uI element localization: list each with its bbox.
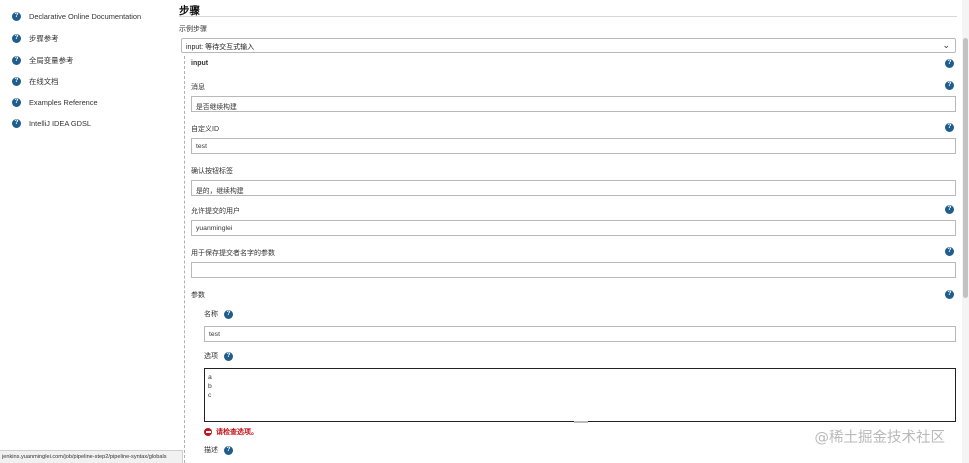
- sidebar-item-label: 全局变量参考: [29, 56, 74, 65]
- custom-id-input[interactable]: test: [191, 138, 956, 154]
- page-scrollbar[interactable]: [962, 0, 969, 463]
- params-label: 参数: [191, 292, 205, 299]
- sidebar-item-label: 步骤参考: [29, 34, 59, 43]
- step-config-guide: [184, 56, 185, 463]
- sidebar-item-label: IntelliJ IDEA GDSL: [29, 119, 92, 128]
- sidebar-item-declarative-docs[interactable]: ? Declarative Online Documentation: [12, 12, 141, 21]
- status-bar-url: jenkins.yuanminglei.com/job/pipeline-ste…: [0, 450, 183, 463]
- description-row: 描述 ?: [204, 445, 233, 455]
- help-icon: ?: [12, 34, 21, 43]
- sidebar-item-step-reference[interactable]: ? 步骤参考: [12, 33, 59, 44]
- help-icon[interactable]: ?: [224, 351, 233, 361]
- help-icon: ?: [12, 98, 21, 107]
- choices-error: 请检查选项。: [204, 427, 258, 437]
- submitter-param-input[interactable]: [191, 262, 956, 278]
- help-icon: ?: [12, 119, 21, 128]
- choices-label: 选项: [204, 353, 218, 360]
- scrollbar-thumb[interactable]: [963, 38, 968, 298]
- param-name-input[interactable]: test: [204, 326, 956, 342]
- help-icon[interactable]: ?: [945, 205, 954, 214]
- main-panel: 步骤 示例步骤 input: 等待交互式输入 ⌄ input ? 消息 ? 是否…: [179, 0, 960, 463]
- help-icon: ?: [12, 77, 21, 86]
- submitter-label: 允许提交的用户: [191, 208, 240, 215]
- ok-label: 确认按钮标签: [191, 168, 233, 175]
- custom-id-label: 自定义ID: [191, 126, 219, 133]
- help-icon[interactable]: ?: [224, 309, 233, 319]
- help-icon: ?: [12, 56, 21, 65]
- choices-textarea[interactable]: a b c: [204, 368, 956, 422]
- sidebar-item-intellij-gdsl[interactable]: ? IntelliJ IDEA GDSL: [12, 119, 91, 128]
- choices-error-text: 请检查选项。: [216, 429, 258, 436]
- help-icon[interactable]: ?: [224, 445, 233, 455]
- param-name-label: 名称: [204, 311, 218, 318]
- ok-input[interactable]: 是的，继续构建: [191, 180, 956, 196]
- sidebar-item-label: 在线文档: [29, 77, 59, 86]
- step-name: input: [191, 60, 209, 67]
- sidebar: ? Declarative Online Documentation ? 步骤参…: [0, 0, 170, 463]
- sample-step-select[interactable]: input: 等待交互式输入 ⌄: [181, 38, 956, 53]
- sidebar-item-global-variables[interactable]: ? 全局变量参考: [12, 55, 73, 66]
- help-icon[interactable]: ?: [945, 81, 954, 90]
- message-label: 消息: [191, 84, 205, 91]
- textarea-resize-handle[interactable]: [574, 421, 588, 423]
- submitter-input[interactable]: yuanminglei: [191, 220, 956, 236]
- submitter-param-label: 用于保存提交者名字的参数: [191, 250, 275, 257]
- sidebar-item-label: Declarative Online Documentation: [29, 12, 142, 21]
- description-label: 描述: [204, 447, 218, 454]
- sidebar-item-label: Examples Reference: [29, 98, 98, 107]
- help-icon: ?: [12, 12, 21, 21]
- error-icon: [204, 428, 212, 436]
- help-icon[interactable]: ?: [945, 123, 954, 132]
- help-icon[interactable]: ?: [945, 290, 954, 299]
- message-input[interactable]: 是否继续构建: [191, 96, 956, 112]
- title-divider: [179, 16, 957, 17]
- choices-row: 选项 ?: [204, 351, 233, 361]
- sample-step-label: 示例步骤: [179, 26, 207, 33]
- chevron-down-icon: ⌄: [942, 40, 950, 50]
- param-name-row: 名称 ?: [204, 309, 233, 319]
- help-icon[interactable]: ?: [945, 59, 954, 68]
- sidebar-item-examples-reference[interactable]: ? Examples Reference: [12, 98, 98, 107]
- watermark: @稀土掘金技术社区: [814, 430, 946, 446]
- sample-step-value: input: 等待交互式输入: [186, 44, 255, 51]
- sidebar-item-online-docs[interactable]: ? 在线文档: [12, 76, 59, 87]
- help-icon[interactable]: ?: [945, 247, 954, 256]
